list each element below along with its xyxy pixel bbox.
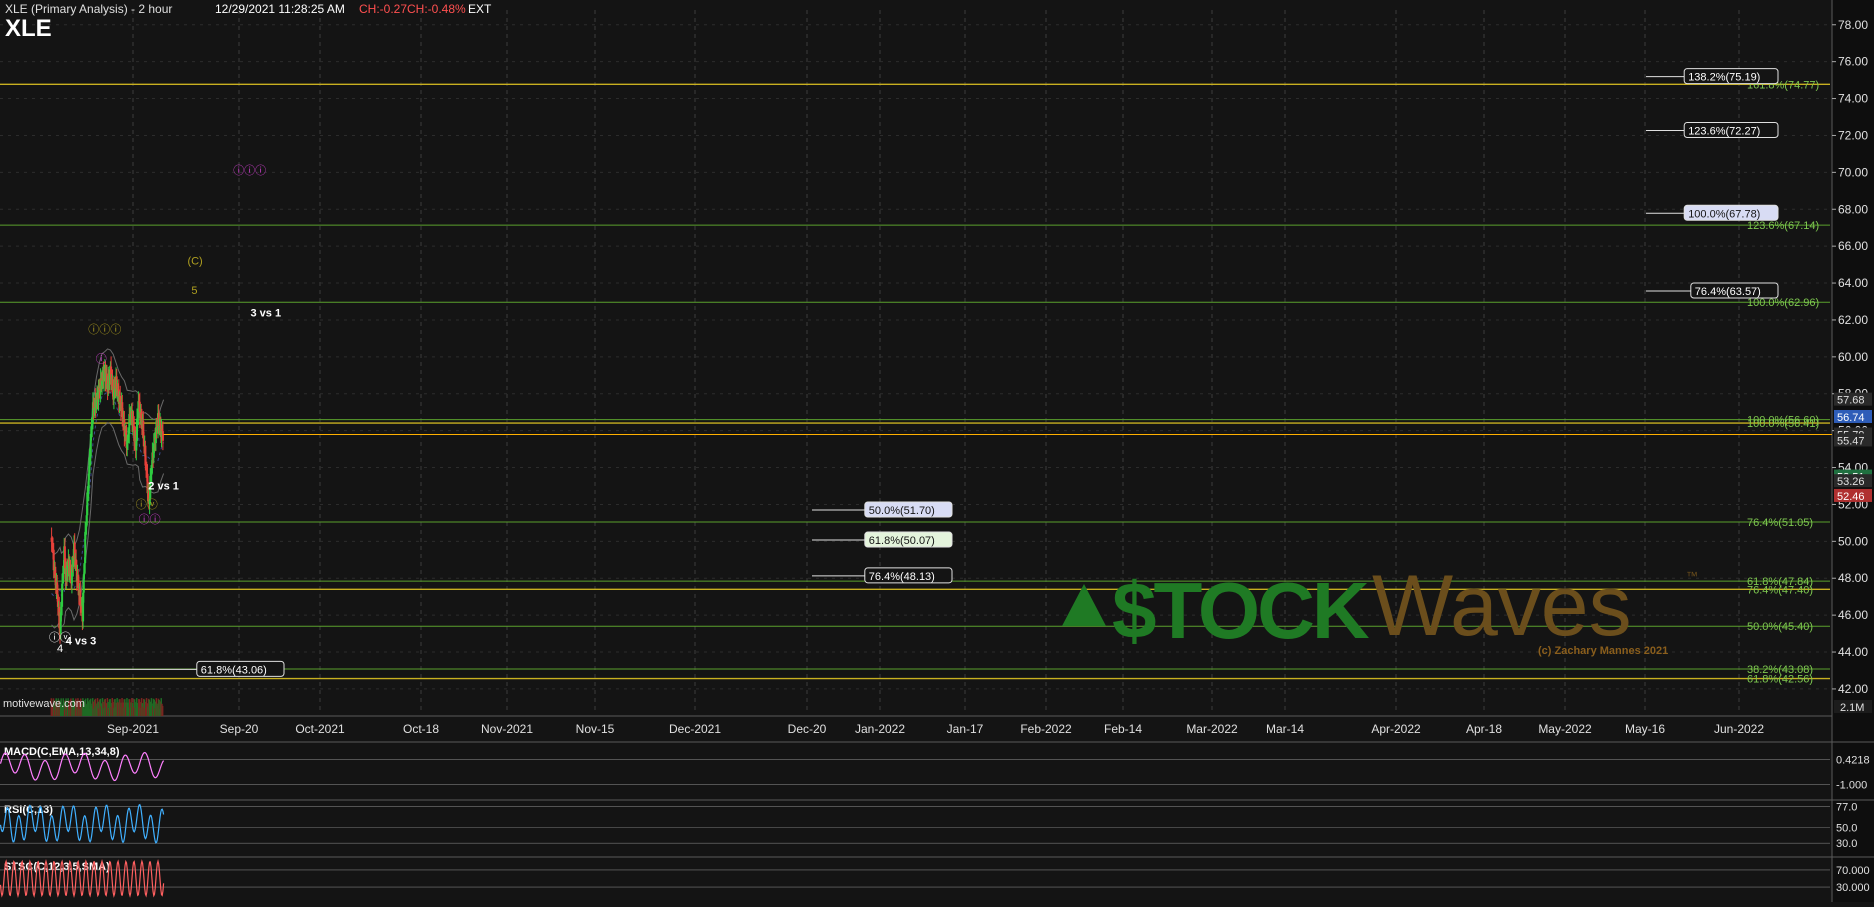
price-change-percent: CH:-0.48% — [407, 2, 466, 16]
x-tick-label: Nov-15 — [576, 722, 615, 736]
x-tick-label: Oct-18 — [403, 722, 439, 736]
wave-label: ⓘⓘⓘ — [233, 164, 266, 177]
x-tick-label: May-16 — [1625, 722, 1665, 736]
y-tick-label: 50.00 — [1838, 534, 1868, 548]
x-tick-label: Jan-2022 — [855, 722, 905, 736]
fib-level-label: 61.8%(42.56) — [1747, 674, 1813, 686]
stoch-pane-y-tick: 70.000 — [1836, 865, 1870, 877]
price-marker-label: 53.26 — [1837, 476, 1865, 488]
price-change: CH:-0.27 — [359, 2, 408, 16]
fib-level-label: 123.6%(67.14) — [1747, 220, 1819, 232]
y-tick-label: 66.00 — [1838, 239, 1868, 253]
y-tick-label: 70.00 — [1838, 165, 1868, 179]
price-marker-label: 56.74 — [1837, 412, 1865, 424]
annotation-label: 4 vs 3 — [66, 636, 97, 648]
y-tick-label: 72.00 — [1838, 128, 1868, 142]
chart-root: Sep-2021 Sep-20 Oct-2021 Oct-18 Nov-2021 Nov-… — [0, 0, 1874, 902]
candle-body — [161, 431, 164, 441]
x-tick-label: Oct-2021 — [295, 722, 345, 736]
wave-label: ⓘⓥ — [136, 498, 158, 511]
y-tick-label: 46.00 — [1838, 608, 1868, 622]
watermark-brand-s: $TOCK — [1112, 566, 1370, 655]
fib-level-label: 76.4%(47.40) — [1747, 584, 1813, 596]
projection-label: 50.0%(51.70) — [869, 505, 935, 517]
wave-label: 5 — [191, 285, 197, 297]
x-tick-label: Sep-20 — [220, 722, 259, 736]
chart-title: XLE (Primary Analysis) - 2 hour — [5, 2, 173, 16]
stoch-pane-y-tick: 30.000 — [1836, 882, 1870, 894]
wave-label: ⓘⓘⓘ — [88, 323, 121, 336]
x-tick-label: Jun-2022 — [1714, 722, 1764, 736]
macd-pane-title: MACD(C,EMA,13,34,8) — [4, 746, 120, 758]
x-tick-label: Apr-18 — [1466, 722, 1502, 736]
price-marker-label: 55.47 — [1837, 435, 1865, 447]
rsi-pane-y-tick: 50.0 — [1836, 823, 1857, 835]
projection-label: 61.8%(50.07) — [869, 535, 935, 547]
chart-datetime: 12/29/2021 11:28:25 AM — [215, 2, 345, 16]
volume-marker-label: 2.1M — [1840, 702, 1864, 714]
y-tick-label: 78.00 — [1838, 18, 1868, 32]
volume-bar — [161, 705, 164, 716]
macd-pane-y-tick: 0.4218 — [1836, 754, 1870, 766]
annotation-label: 2 vs 1 — [148, 481, 179, 493]
wave-label: 4 — [57, 643, 63, 655]
y-tick-label: 76.00 — [1838, 55, 1868, 69]
y-tick-label: 68.00 — [1838, 202, 1868, 216]
x-tick-label: Nov-2021 — [481, 722, 533, 736]
watermark-brand-w: Waves — [1372, 558, 1632, 654]
symbol-label: XLE — [5, 15, 52, 42]
x-tick-label: Feb-14 — [1104, 722, 1142, 736]
projection-label: 100.0%(67.78) — [1688, 208, 1760, 220]
y-tick-label: 42.00 — [1838, 682, 1868, 696]
projection-label: 138.2%(75.19) — [1688, 72, 1760, 84]
price-marker-label: 57.68 — [1837, 395, 1865, 407]
x-tick-label: Apr-2022 — [1371, 722, 1421, 736]
y-tick-label: 48.00 — [1838, 571, 1868, 585]
wave-label: (C) — [187, 256, 202, 268]
projection-label: 123.6%(72.27) — [1688, 125, 1760, 137]
price-chart[interactable]: Sep-2021 Sep-20 Oct-2021 Oct-18 Nov-2021 Nov-… — [0, 0, 1874, 902]
y-tick-label: 64.00 — [1838, 276, 1868, 290]
projection-label: 61.8%(43.06) — [201, 664, 267, 676]
session-label: EXT — [468, 2, 492, 16]
x-tick-label: Dec-20 — [788, 722, 827, 736]
x-tick-label: May-2022 — [1538, 722, 1592, 736]
x-tick-label: Jan-17 — [947, 722, 984, 736]
wave-label: ⓘⓘ — [139, 513, 161, 526]
projection-label: 76.4%(48.13) — [869, 571, 935, 583]
rsi-pane-y-tick: 77.0 — [1836, 801, 1857, 813]
fib-level-label: 76.4%(51.05) — [1747, 517, 1813, 529]
macd-pane-y-tick: -1.000 — [1836, 779, 1867, 791]
annotation-label: 3 vs 1 — [251, 307, 282, 319]
watermark-trademark: ™ — [1686, 569, 1698, 583]
watermark-copyright: (c) Zachary Mannes 2021 — [1538, 645, 1668, 657]
watermark-triangle — [1062, 584, 1106, 626]
x-tick-label: Mar-14 — [1266, 722, 1304, 736]
x-tick-label: Mar-2022 — [1186, 722, 1238, 736]
projection-label: 76.4%(63.57) — [1695, 286, 1761, 298]
x-tick-label: Feb-2022 — [1020, 722, 1072, 736]
x-tick-label: Sep-2021 — [107, 722, 159, 736]
fib-level-label: 100.0%(56.41) — [1747, 418, 1819, 430]
y-tick-label: 60.00 — [1838, 350, 1868, 364]
fib-level-label: 100.0%(62.96) — [1747, 297, 1819, 309]
rsi-pane-y-tick: 30.0 — [1836, 838, 1857, 850]
y-tick-label: 62.00 — [1838, 313, 1868, 327]
y-tick-label: 44.00 — [1838, 645, 1868, 659]
x-tick-label: Dec-2021 — [669, 722, 721, 736]
wave-label: ⓘ — [96, 352, 107, 365]
price-marker-label: 52.46 — [1837, 491, 1865, 503]
y-tick-label: 74.00 — [1838, 92, 1868, 106]
site-watermark: motivewave.com — [3, 698, 85, 710]
fib-level-label: 50.0%(45.40) — [1747, 621, 1813, 633]
